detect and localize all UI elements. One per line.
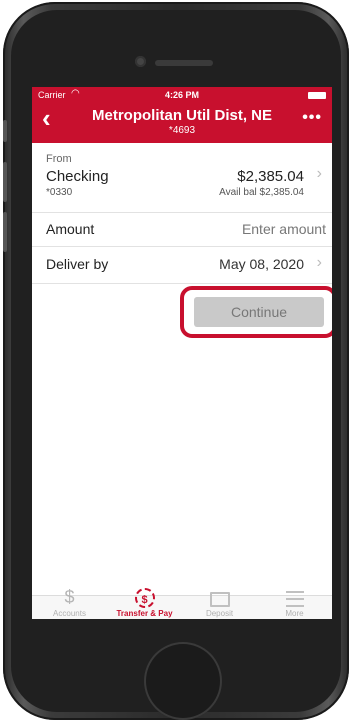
amount-row[interactable]: Amount Enter amount xyxy=(32,212,332,247)
mute-switch xyxy=(3,120,7,142)
amount-input[interactable]: Enter amount xyxy=(242,221,326,237)
volume-down-button xyxy=(3,212,7,252)
from-account-name: Checking xyxy=(46,168,109,185)
status-time: 4:26 PM xyxy=(164,90,199,100)
tab-transfer-pay[interactable]: $ Transfer & Pay xyxy=(107,586,182,618)
more-options-button[interactable]: ••• xyxy=(302,109,322,127)
app-screen: Carrier ◠ 4:26 PM ‹ Metropolitan Util Di… xyxy=(32,87,332,619)
status-bar: Carrier ◠ 4:26 PM xyxy=(36,88,328,104)
tab-more[interactable]: More xyxy=(257,586,332,618)
tab-transfer-pay-label: Transfer & Pay xyxy=(116,609,173,618)
tab-accounts-label: Accounts xyxy=(53,609,86,618)
amount-label: Amount xyxy=(46,221,95,237)
page-title: Metropolitan Util Dist, NE xyxy=(92,107,272,124)
highlight-annotation xyxy=(180,286,332,338)
back-button[interactable]: ‹ xyxy=(42,105,51,131)
front-camera xyxy=(135,56,146,67)
from-account-balance: $2,385.04 xyxy=(237,168,304,185)
battery-icon xyxy=(308,92,326,99)
volume-up-button xyxy=(3,162,7,202)
tab-more-label: More xyxy=(285,609,304,618)
deliver-by-row[interactable]: Deliver by May 08, 2020 › xyxy=(32,246,332,284)
earpiece-speaker xyxy=(155,60,213,66)
payee-account-number: *4693 xyxy=(168,125,196,136)
deliver-by-date: May 08, 2020 xyxy=(219,256,304,272)
tab-bar: $ Accounts $ Transfer & Pay Deposit More xyxy=(32,587,332,619)
from-label: From xyxy=(46,153,72,165)
tab-accounts[interactable]: $ Accounts xyxy=(32,586,107,618)
tab-deposit[interactable]: Deposit xyxy=(182,586,257,618)
chevron-left-icon: ‹ xyxy=(42,103,51,133)
dollar-icon: $ xyxy=(64,587,75,607)
home-button[interactable] xyxy=(144,642,222,720)
deliver-by-label: Deliver by xyxy=(46,256,109,272)
available-balance: Avail bal $2,385.04 xyxy=(219,187,304,198)
from-account-row[interactable]: From Checking *0330 $2,385.04 Avail bal … xyxy=(32,143,332,213)
chevron-right-icon: › xyxy=(316,254,322,271)
menu-icon xyxy=(257,586,332,608)
tab-deposit-label: Deposit xyxy=(205,609,234,618)
from-account-number: *0330 xyxy=(46,187,73,198)
transfer-pay-icon: $ xyxy=(107,586,182,608)
deposit-icon xyxy=(182,586,257,608)
nav-header: Carrier ◠ 4:26 PM ‹ Metropolitan Util Di… xyxy=(32,87,332,143)
ellipsis-icon: ••• xyxy=(302,109,322,126)
chevron-right-icon: › xyxy=(316,165,322,182)
